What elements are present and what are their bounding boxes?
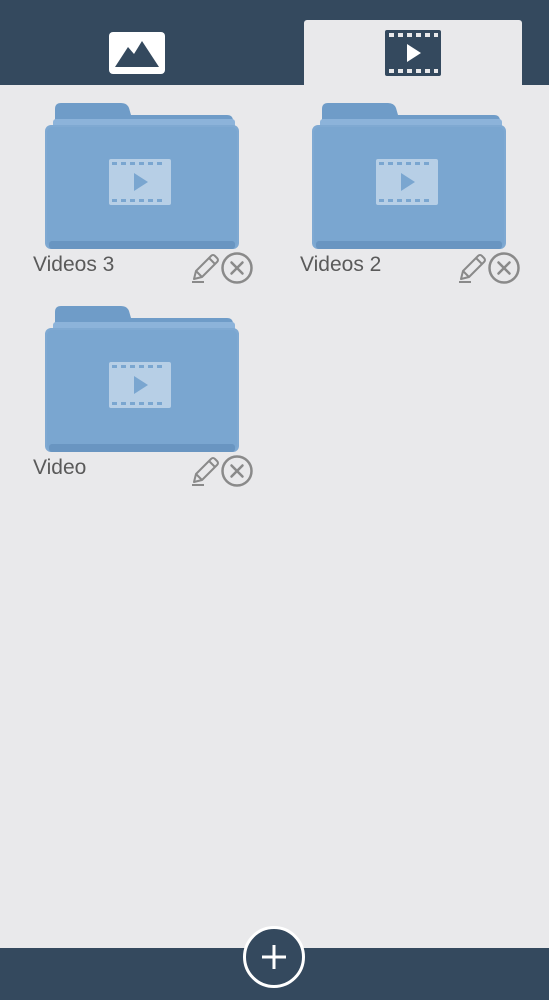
video-folder-icon[interactable] <box>45 101 239 251</box>
plus-icon <box>259 942 289 972</box>
add-folder-button[interactable] <box>243 926 305 988</box>
close-circle-icon[interactable] <box>220 454 254 488</box>
folder-name[interactable]: Videos 3 <box>33 253 114 277</box>
folder-name[interactable]: Videos 2 <box>300 253 381 277</box>
video-folder-icon[interactable] <box>45 304 239 454</box>
folder-name[interactable]: Video <box>33 456 86 480</box>
folder-item[interactable]: Videos 3 <box>33 85 261 284</box>
image-icon <box>109 31 165 74</box>
pencil-icon[interactable] <box>190 454 220 486</box>
pencil-icon[interactable] <box>457 251 487 283</box>
folder-item[interactable]: Video <box>33 288 261 487</box>
tab-videos[interactable] <box>304 20 522 85</box>
top-tab-bar <box>0 0 549 85</box>
tab-images[interactable] <box>26 20 248 85</box>
folder-item[interactable]: Videos 2 <box>300 85 528 284</box>
close-circle-icon[interactable] <box>487 251 521 285</box>
video-folder-icon[interactable] <box>312 101 506 251</box>
video-icon <box>385 29 441 76</box>
close-circle-icon[interactable] <box>220 251 254 285</box>
pencil-icon[interactable] <box>190 251 220 283</box>
